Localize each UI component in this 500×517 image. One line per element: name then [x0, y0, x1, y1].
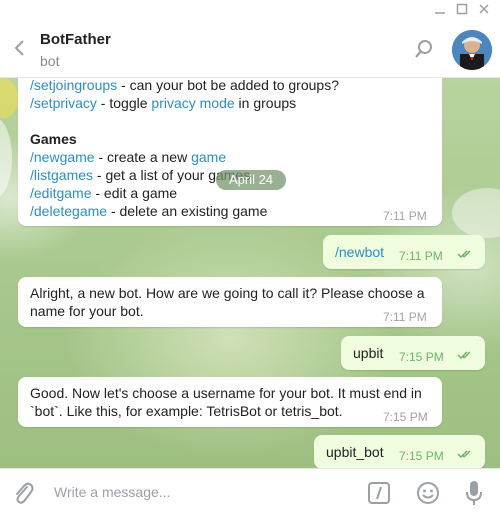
message-text: upbit [353, 345, 384, 361]
command-link[interactable]: /deletegame [30, 203, 107, 219]
message-input[interactable]: Write a message... [54, 484, 170, 500]
back-arrow-icon[interactable] [10, 36, 30, 60]
message-time: 7:11 PM [383, 310, 427, 324]
message-text: - delete an existing game [107, 203, 268, 219]
close-icon[interactable] [474, 2, 494, 20]
message-text: - edit a game [91, 185, 178, 201]
message-line: /newgame - create a new game [30, 148, 226, 166]
minimize-icon[interactable] [430, 2, 450, 20]
message-composer: Write a message... [0, 468, 500, 517]
incoming-message[interactable]: Good. Now let's choose a username for yo… [18, 377, 442, 427]
message-list[interactable]: /setjoingroups - can your bot be added t… [0, 78, 500, 468]
search-icon[interactable] [412, 37, 436, 61]
chat-header: BotFather bot [0, 22, 500, 78]
command-link[interactable]: /newbot [335, 243, 384, 261]
window-titlebar [0, 0, 500, 22]
message-text: - create a new [94, 149, 192, 165]
message-line: /setprivacy - toggle privacy mode in gro… [30, 94, 430, 112]
message-time: 7:15 PM [399, 449, 444, 463]
message-line: /editgame - edit a game [30, 184, 177, 202]
date-pill: April 24 [216, 170, 286, 190]
command-link[interactable]: /setjoingroups [30, 78, 117, 93]
section-heading: Games [30, 131, 77, 147]
privacy-mode-link[interactable]: privacy mode [151, 95, 234, 111]
outgoing-message[interactable]: upbit_bot 7:15 PM [314, 435, 485, 468]
chat-title[interactable]: BotFather [40, 31, 111, 48]
message-line: /deletegame - delete an existing game [30, 202, 267, 220]
command-link[interactable]: /setprivacy [30, 95, 97, 111]
background-flower [0, 78, 18, 118]
background-flower [452, 188, 500, 238]
message-text: - can your bot be added to groups? [117, 78, 339, 93]
message-time: 7:11 PM [383, 209, 427, 223]
command-link[interactable]: /editgame [30, 185, 91, 201]
microphone-icon[interactable] [465, 479, 483, 512]
message-time: 7:11 PM [399, 249, 443, 263]
message-time: 7:15 PM [399, 350, 444, 364]
double-check-icon [457, 450, 471, 459]
outgoing-message[interactable]: upbit 7:15 PM [341, 336, 485, 370]
game-link[interactable]: game [191, 149, 226, 165]
incoming-message[interactable]: /setjoingroups - can your bot be added t… [18, 78, 442, 226]
emoji-icon[interactable] [416, 481, 440, 510]
chat-subtitle: bot [40, 53, 60, 69]
double-check-icon [457, 250, 471, 259]
bot-commands-icon[interactable] [368, 482, 390, 509]
message-text: upbit_bot [326, 444, 384, 460]
incoming-message[interactable]: Alright, a new bot. How are we going to … [18, 277, 442, 327]
message-time: 7:15 PM [383, 410, 428, 424]
background-flower [0, 118, 12, 198]
maximize-icon[interactable] [452, 2, 472, 20]
message-text: - toggle [96, 95, 152, 111]
message-text: `bot`. Like this, for example: TetrisBot… [30, 403, 343, 419]
message-text: Good. Now let's choose a username for yo… [30, 385, 422, 401]
message-text: name for your bot. [30, 303, 144, 319]
attach-paperclip-icon[interactable] [12, 481, 34, 510]
command-link[interactable]: /listgames [30, 167, 93, 183]
message-text: in groups [234, 95, 297, 111]
message-line: /setjoingroups - can your bot be added t… [30, 78, 430, 94]
message-text: Alright, a new bot. How are we going to … [30, 285, 425, 301]
command-link[interactable]: /newgame [30, 149, 95, 165]
outgoing-message[interactable]: /newbot 7:11 PM [323, 235, 485, 269]
double-check-icon [457, 351, 471, 360]
avatar[interactable] [452, 30, 492, 70]
